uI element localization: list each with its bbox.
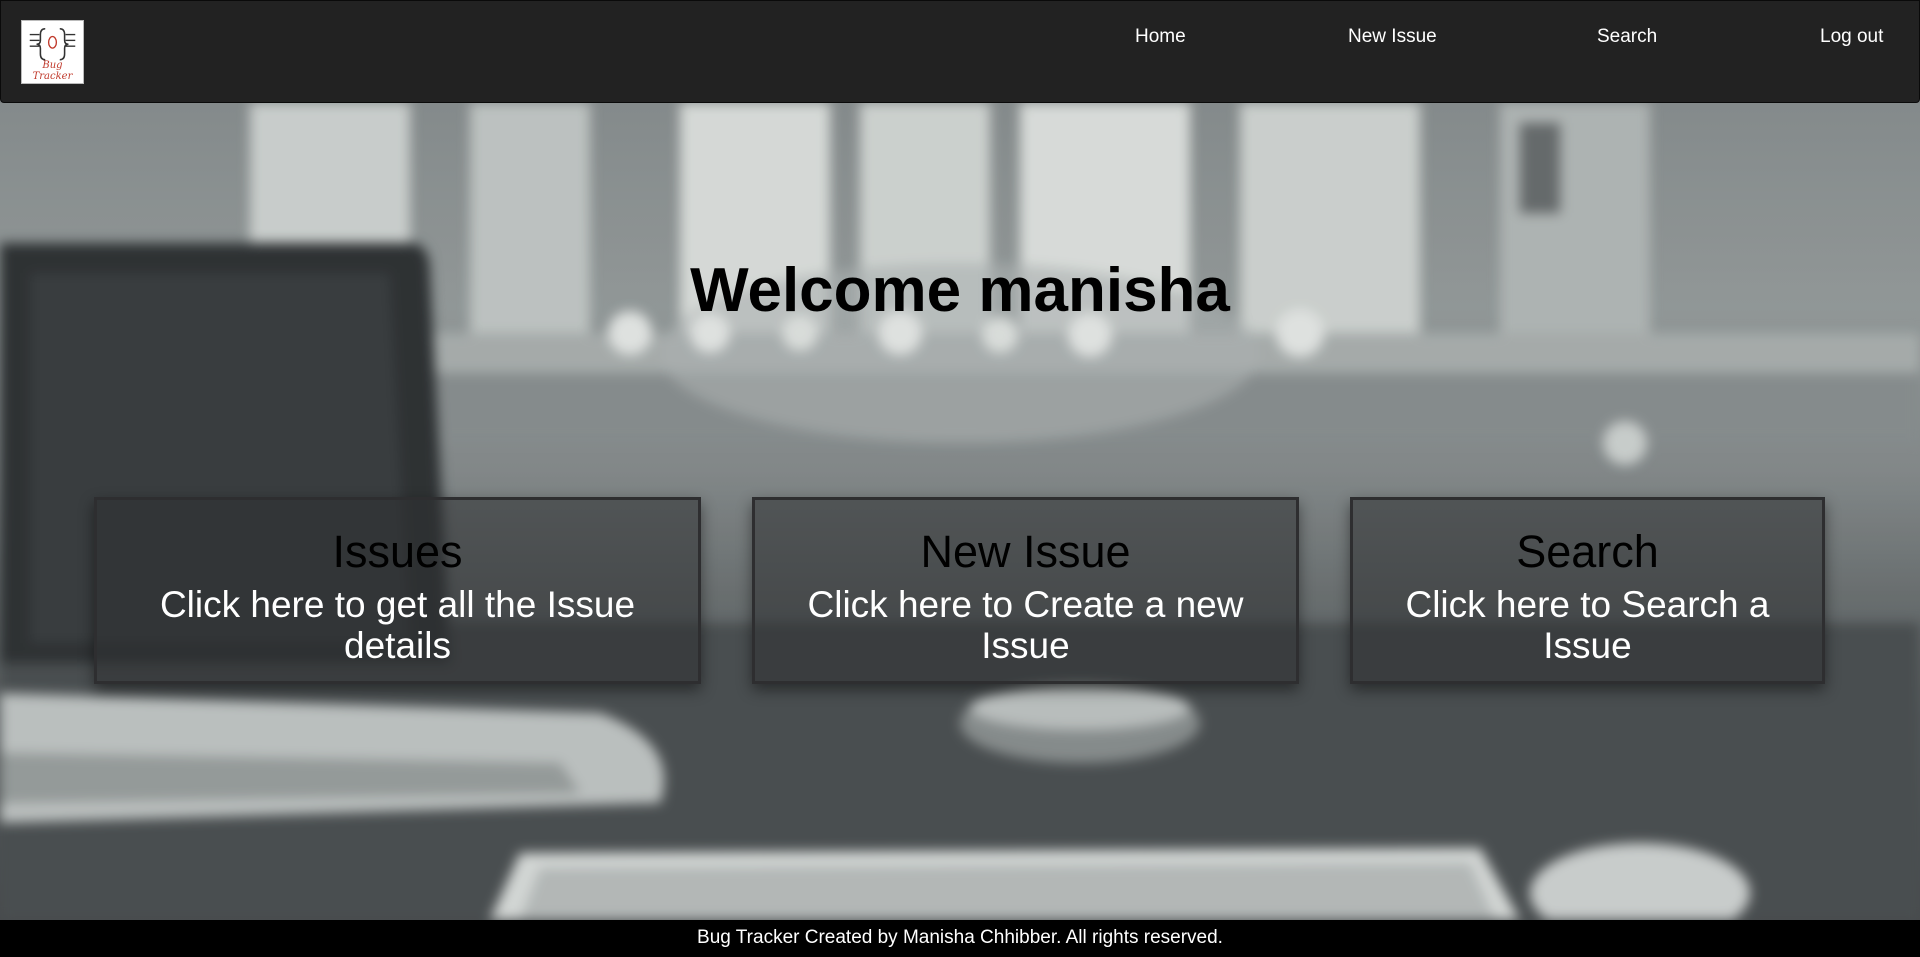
footer: Bug Tracker Created by Manisha Chhibber.… <box>0 920 1920 957</box>
nav-search[interactable]: Search <box>1597 25 1657 49</box>
card-title: New Issue <box>920 526 1131 577</box>
nav-home[interactable]: Home <box>1135 25 1186 49</box>
new-issue-card[interactable]: New Issue Click here to Create a new Iss… <box>752 497 1299 684</box>
card-description: Click here to get all the Issue details <box>159 584 636 666</box>
welcome-heading: Welcome manisha <box>690 256 1230 325</box>
search-card[interactable]: Search Click here to Search a Issue <box>1350 497 1825 684</box>
card-title: Issues <box>332 526 463 577</box>
logo-text: Bug Tracker <box>32 60 73 82</box>
nav-logout[interactable]: Log out <box>1820 25 1883 49</box>
card-description: Click here to Create a new Issue <box>807 584 1244 666</box>
footer-text: Bug Tracker Created by Manisha Chhibber.… <box>697 927 1223 948</box>
issues-card[interactable]: Issues Click here to get all the Issue d… <box>94 497 701 684</box>
navbar: Bug Tracker Home New Issue Search Log ou… <box>0 0 1920 103</box>
nav-new-issue[interactable]: New Issue <box>1348 25 1437 49</box>
hero-section: Welcome manisha Issues Click here to get… <box>0 103 1920 920</box>
bug-tracker-logo[interactable]: Bug Tracker <box>21 20 84 84</box>
card-title: Search <box>1516 526 1659 577</box>
card-description: Click here to Search a Issue <box>1405 584 1770 666</box>
